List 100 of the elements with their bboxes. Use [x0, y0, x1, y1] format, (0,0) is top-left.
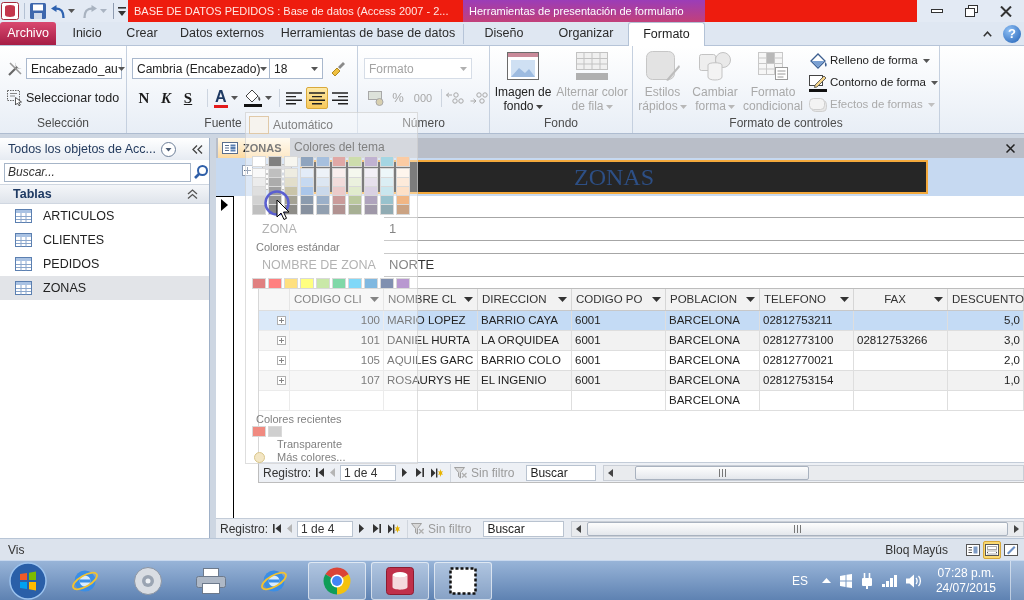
scroll-left-icon[interactable] — [576, 524, 582, 533]
color-swatch[interactable] — [397, 196, 409, 205]
dropdown-arrow-icon[interactable] — [840, 297, 849, 302]
color-swatch[interactable] — [285, 157, 297, 166]
bar-caret-icon[interactable] — [118, 6, 126, 16]
color-swatch[interactable] — [381, 205, 393, 214]
power-plug-icon[interactable] — [860, 572, 873, 589]
color-swatch[interactable] — [381, 279, 393, 288]
dropdown-arrow-icon[interactable] — [464, 297, 473, 302]
color-swatch[interactable] — [349, 157, 361, 166]
color-swatch[interactable] — [317, 169, 329, 178]
table-row[interactable]: 101 DANIEL HURTA LA ORQUIDEA 6001 BARCELONA 02812773100 02812753266 3,0 — [259, 331, 1024, 351]
color-swatch[interactable] — [301, 157, 313, 166]
brush-icon[interactable] — [330, 60, 346, 77]
scroll-right-icon[interactable] — [1014, 524, 1019, 533]
horizontal-scrollbar[interactable] — [571, 520, 1024, 537]
color-swatch[interactable] — [333, 196, 345, 205]
color-swatch[interactable] — [381, 196, 393, 205]
column-header[interactable]: FAX — [854, 289, 948, 310]
table-row[interactable]: 107 ROSAURYS HE EL INGENIO 6001 BARCELONA 02812753154 1,0 — [259, 371, 1024, 391]
font-color-button[interactable]: A — [214, 87, 238, 109]
color-swatch[interactable] — [365, 169, 377, 178]
align-center-button[interactable] — [305, 87, 328, 109]
search-icon[interactable] — [194, 165, 208, 179]
color-swatch[interactable] — [349, 178, 361, 187]
color-swatch[interactable] — [333, 169, 345, 178]
ribbon-tab[interactable]: Inicio — [62, 22, 112, 45]
color-swatch[interactable] — [285, 279, 297, 288]
color-swatch[interactable] — [301, 279, 313, 288]
color-swatch[interactable] — [365, 196, 377, 205]
taskbar-button[interactable] — [371, 561, 429, 600]
expand-icon[interactable] — [277, 356, 286, 365]
dropdown-arrow-icon[interactable] — [746, 297, 755, 302]
color-swatch[interactable] — [301, 196, 313, 205]
color-swatch[interactable] — [333, 157, 345, 166]
color-swatch[interactable] — [253, 178, 265, 187]
color-swatch[interactable] — [333, 205, 345, 214]
record-number-field[interactable]: 1 de 4 — [297, 520, 354, 537]
search-field[interactable]: Buscar — [483, 520, 565, 537]
color-swatch[interactable] — [253, 427, 265, 436]
color-swatch[interactable] — [253, 187, 265, 196]
color-swatch[interactable] — [381, 157, 393, 166]
window-panes-icon[interactable] — [838, 573, 853, 588]
color-swatch[interactable] — [253, 196, 265, 205]
color-swatch[interactable] — [253, 169, 265, 178]
color-swatch[interactable] — [317, 157, 329, 166]
color-swatch[interactable] — [365, 178, 377, 187]
first-record-icon[interactable] — [273, 524, 282, 533]
plus-box-icon[interactable] — [242, 165, 253, 176]
color-swatch[interactable] — [365, 187, 377, 196]
first-record-icon[interactable] — [316, 468, 325, 477]
document-tab[interactable]: ZONAS — [218, 138, 290, 158]
dropdown-arrow-icon[interactable] — [558, 297, 567, 302]
color-swatch[interactable] — [269, 427, 281, 436]
expand-icon[interactable] — [277, 316, 286, 325]
scroll-thumb[interactable] — [587, 521, 1008, 536]
color-swatch[interactable] — [349, 279, 361, 288]
color-swatch[interactable] — [333, 178, 345, 187]
search-field[interactable]: Buscar... — [4, 162, 191, 182]
color-swatch[interactable] — [269, 279, 281, 288]
database-icon[interactable] — [1, 2, 19, 20]
bold-button[interactable]: N — [133, 87, 155, 109]
next-record-icon[interactable] — [402, 468, 408, 477]
save-icon[interactable] — [30, 3, 46, 19]
color-swatch[interactable] — [285, 205, 297, 214]
expand-icon[interactable] — [277, 376, 286, 385]
color-swatch[interactable] — [285, 187, 297, 196]
record-selector[interactable] — [216, 196, 234, 518]
ribbon-tab[interactable]: Crear — [117, 22, 167, 45]
layout-view-button[interactable] — [983, 540, 1001, 559]
double-chevron-left-icon[interactable] — [192, 144, 203, 154]
search-field[interactable]: Buscar — [526, 464, 597, 481]
dropdown-arrow-icon[interactable] — [934, 297, 943, 302]
color-swatch[interactable] — [317, 205, 329, 214]
color-swatch[interactable] — [269, 157, 281, 166]
column-header[interactable]: DIRECCION — [478, 289, 572, 310]
group-header[interactable]: Tablas — [0, 184, 209, 204]
color-swatch[interactable] — [333, 279, 345, 288]
fill-color-button[interactable] — [243, 87, 272, 109]
color-swatch[interactable] — [253, 157, 265, 166]
table-row[interactable]: 100 MARIO LOPEZ BARRIO CAYA 6001 BARCELONA 02812753211 5,0 — [259, 311, 1024, 331]
italic-button[interactable]: K — [155, 87, 177, 109]
color-swatch[interactable] — [333, 187, 345, 196]
background-image-button[interactable]: Imagen de fondo — [494, 51, 552, 113]
ribbon-tab[interactable]: Datos externos — [172, 22, 272, 45]
redo-icon[interactable] — [83, 4, 97, 18]
expand-icon[interactable] — [277, 336, 286, 345]
color-swatch[interactable] — [349, 169, 361, 178]
speaker-icon[interactable] — [905, 573, 922, 588]
color-swatch[interactable] — [381, 169, 393, 178]
color-swatch[interactable] — [285, 196, 297, 205]
start-orb-icon[interactable] — [9, 561, 47, 600]
column-header[interactable]: CODIGO PO — [572, 289, 666, 310]
color-swatch[interactable] — [317, 178, 329, 187]
ribbon-tab[interactable]: Herramientas de base de datos — [278, 22, 458, 45]
color-swatch[interactable] — [285, 178, 297, 187]
color-swatch[interactable] — [349, 187, 361, 196]
restore-icon[interactable] — [965, 5, 978, 17]
select-all-button[interactable]: Seleccionar todo — [7, 89, 120, 108]
underline-button[interactable]: S — [177, 87, 199, 109]
